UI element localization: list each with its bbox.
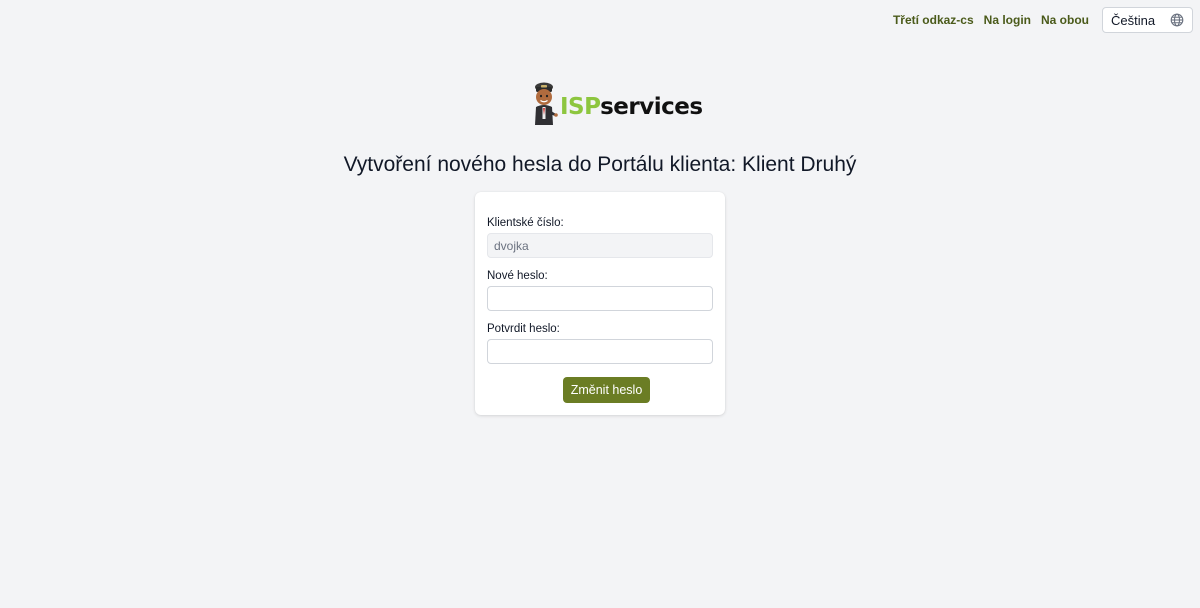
nav-link-both[interactable]: Na obou	[1041, 13, 1089, 27]
isp-services-logo: ISPservices	[530, 81, 703, 132]
language-select-value: Čeština	[1111, 12, 1156, 28]
page-title: Vytvoření nového hesla do Portálu klient…	[343, 153, 857, 176]
confirm-password-label: Potvrdit heslo:	[487, 323, 560, 335]
new-password-input[interactable]	[487, 286, 713, 311]
client-number-input[interactable]	[487, 233, 713, 258]
confirm-password-input[interactable]	[487, 339, 713, 364]
client-number-label: Klientské číslo:	[487, 217, 564, 229]
top-navigation: Třetí odkaz-cs Na login Na obou Čeština	[893, 7, 1193, 33]
new-password-label: Nové heslo:	[487, 270, 548, 282]
password-form-card: Klientské číslo: Nové heslo: Potvrdit he…	[475, 192, 725, 415]
nav-link-login[interactable]: Na login	[984, 13, 1031, 27]
nav-link-third[interactable]: Třetí odkaz-cs	[893, 13, 974, 27]
language-select[interactable]: Čeština	[1102, 7, 1193, 33]
change-password-button[interactable]: Změnit heslo	[563, 377, 650, 403]
mascot-icon	[530, 81, 558, 132]
logo-wordmark: ISPservices	[560, 94, 703, 120]
globe-icon	[1170, 13, 1184, 27]
